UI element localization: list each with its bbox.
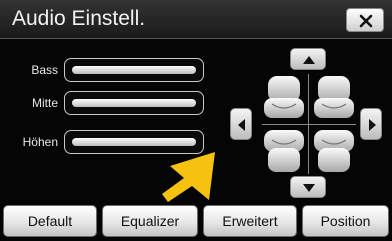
equalizer-button[interactable]: Equalizer — [102, 205, 198, 237]
arrow-up-icon — [303, 56, 315, 64]
arrow-down-icon — [303, 184, 315, 192]
car-seat-icon — [314, 130, 354, 172]
car-seat-icon — [264, 76, 304, 118]
pointer-arrow-icon — [162, 152, 215, 202]
mitte-label: Mitte — [31, 96, 58, 110]
close-icon — [359, 14, 373, 28]
fader-center-line — [262, 124, 356, 125]
erweitert-button[interactable]: Erweitert — [203, 205, 297, 237]
bass-label: Bass — [31, 63, 58, 77]
mitte-slider[interactable] — [64, 91, 204, 115]
balance-left-button[interactable] — [230, 108, 252, 140]
mitte-slider-bar — [72, 99, 196, 107]
position-button[interactable]: Position — [302, 205, 389, 237]
mitte-slider-row: Mitte — [8, 91, 208, 117]
title-bar: Audio Einstell. — [0, 0, 392, 39]
hoehen-slider-bar — [72, 138, 196, 146]
hoehen-label: Höhen — [22, 135, 58, 149]
fader-down-button[interactable] — [290, 176, 326, 198]
arrow-left-icon — [238, 119, 245, 131]
balance-right-button[interactable] — [360, 108, 382, 140]
seat-position-area[interactable] — [262, 72, 356, 176]
fader-up-button[interactable] — [290, 48, 326, 70]
bass-slider-row: Bass — [8, 58, 208, 84]
bass-slider-bar — [72, 66, 196, 74]
car-seat-icon — [264, 130, 304, 172]
window-title: Audio Einstell. — [12, 7, 146, 30]
arrow-right-icon — [369, 119, 376, 131]
default-button[interactable]: Default — [3, 205, 97, 237]
bass-slider[interactable] — [64, 58, 204, 82]
car-seat-icon — [314, 76, 354, 118]
close-button[interactable] — [346, 8, 384, 32]
